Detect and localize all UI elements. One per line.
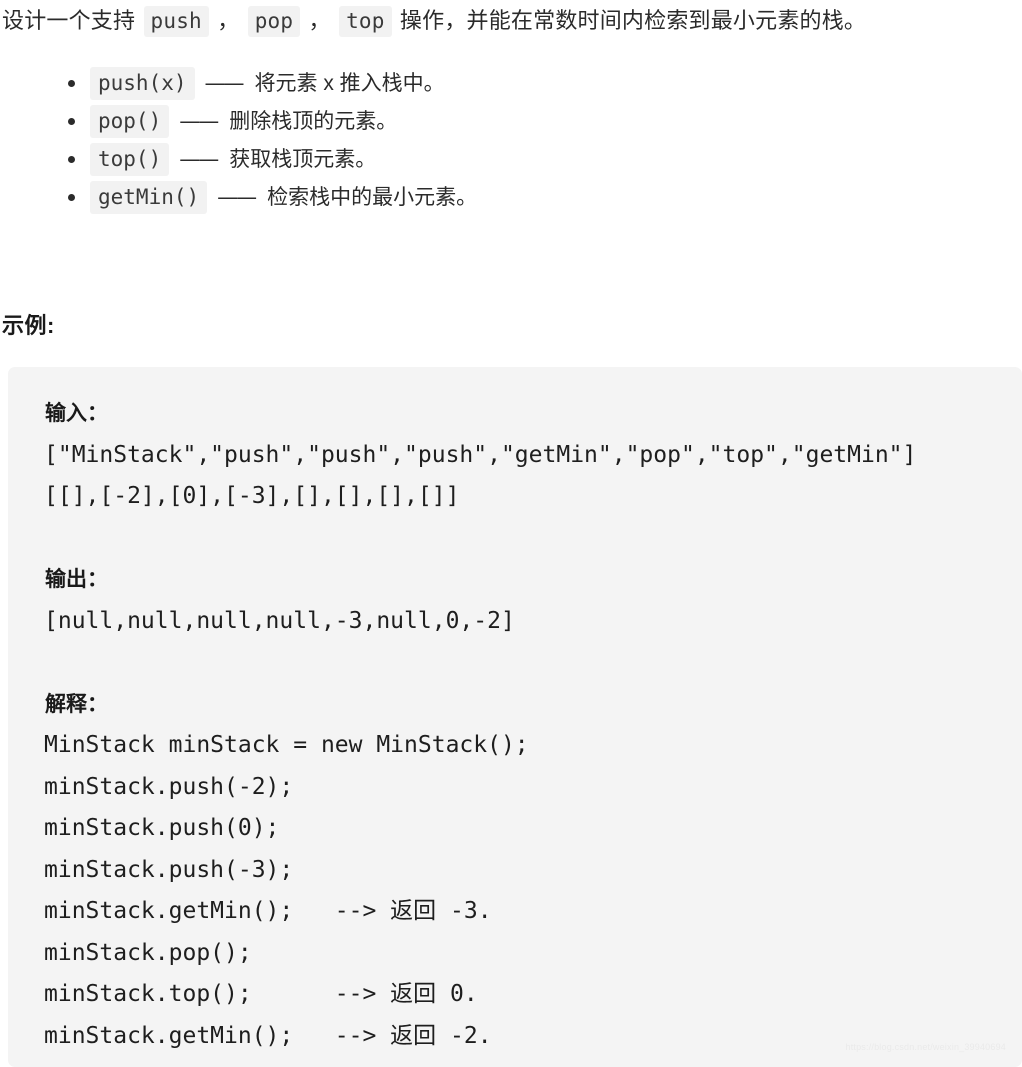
inline-code-pop: pop bbox=[247, 6, 301, 37]
intro-suffix: 操作，并能在常数时间内检索到最小元素的栈。 bbox=[393, 8, 867, 33]
operation-description: 获取栈顶元素。 bbox=[229, 148, 377, 171]
list-item: pop() —— 删除栈顶的元素。 bbox=[0, 102, 1022, 140]
intro-separator-1: ， bbox=[210, 8, 246, 33]
input-label: 输入： bbox=[45, 402, 108, 425]
explain-line: minStack.push(-3); bbox=[44, 856, 294, 883]
example-code-block: 输入： ["MinStack","push","push","push","get… bbox=[8, 367, 1022, 1067]
list-item: top() —— 获取栈顶元素。 bbox=[0, 140, 1022, 178]
list-item: getMin() —— 检索栈中的最小元素。 bbox=[0, 178, 1022, 216]
operation-description: 将元素 x 推入栈中。 bbox=[254, 72, 445, 95]
input-line: [[],[-2],[0],[-3],[],[],[],[]] bbox=[44, 483, 460, 509]
bullet-dot-icon bbox=[68, 156, 75, 163]
explain-line: minStack.top(); --> 返回 0. bbox=[44, 981, 478, 1007]
em-dash-separator: —— bbox=[217, 185, 257, 209]
operation-description: 删除栈顶的元素。 bbox=[229, 110, 398, 133]
page-root: 设计一个支持 push ， pop ， top 操作，并能在常数时间内检索到最小… bbox=[0, 0, 1022, 1067]
output-line: [null,null,null,null,-3,null,0,-2] bbox=[44, 607, 515, 634]
operations-list: push(x) —— 将元素 x 推入栈中。 pop() —— 删除栈顶的元素。 top… bbox=[0, 64, 1022, 216]
operation-code: push(x) bbox=[90, 67, 195, 100]
operation-description: 检索栈中的最小元素。 bbox=[267, 186, 478, 209]
explain-line: minStack.getMin(); --> 返回 -3. bbox=[44, 898, 492, 924]
em-dash-separator: —— bbox=[179, 109, 219, 133]
operation-code: top() bbox=[90, 143, 170, 176]
inline-code-top: top bbox=[339, 6, 392, 37]
bullet-dot-icon bbox=[68, 194, 75, 201]
explain-line: minStack.push(-2); bbox=[44, 773, 294, 800]
input-line: ["MinStack","push","push","push","getMin… bbox=[44, 441, 917, 468]
intro-separator-2: ， bbox=[302, 8, 338, 33]
list-item: push(x) —— 将元素 x 推入栈中。 bbox=[0, 64, 1022, 102]
output-label-line: 输出： bbox=[45, 559, 1022, 601]
input-label-line: 输入： bbox=[45, 393, 1022, 435]
bullet-dot-icon bbox=[68, 80, 75, 87]
output-label: 输出： bbox=[45, 568, 108, 591]
watermark: https://blog.csdn.net/weixin_39940694 bbox=[845, 1042, 1006, 1052]
problem-statement: 设计一个支持 push ， pop ， top 操作，并能在常数时间内检索到最小… bbox=[2, 4, 1020, 38]
example-heading: 示例: bbox=[2, 313, 55, 338]
em-dash-separator: —— bbox=[179, 147, 219, 171]
explain-line: MinStack minStack = new MinStack(); bbox=[44, 732, 529, 758]
explain-line: minStack.push(0); bbox=[44, 815, 280, 841]
explain-label: 解释： bbox=[45, 692, 108, 716]
intro-prefix: 设计一个支持 bbox=[2, 8, 142, 33]
operation-code: getMin() bbox=[90, 181, 208, 214]
inline-code-push: push bbox=[143, 6, 209, 37]
bullet-dot-icon bbox=[68, 118, 75, 125]
operation-code: pop() bbox=[90, 105, 170, 138]
em-dash-separator: —— bbox=[204, 71, 245, 95]
explain-label-line: 解释： bbox=[45, 684, 1022, 726]
explain-line: minStack.pop(); bbox=[44, 939, 252, 966]
